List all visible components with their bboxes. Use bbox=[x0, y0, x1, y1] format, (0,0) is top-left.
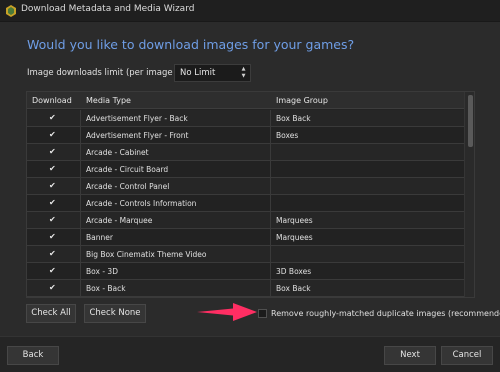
table-row[interactable]: ✔ Box - Back Box Back bbox=[27, 280, 464, 297]
media-type-text: Arcade - Circuit Board bbox=[86, 165, 169, 174]
table-row[interactable]: ✔ Advertisement Flyer - Front Boxes bbox=[27, 127, 464, 144]
limit-spinbox[interactable]: No Limit ▲ ▼ bbox=[174, 64, 251, 82]
remove-duplicates-label[interactable]: Remove roughly-matched duplicate images … bbox=[271, 309, 500, 318]
image-group-text: Boxes bbox=[276, 131, 299, 140]
table-row[interactable]: ✔ Arcade - Controls Information bbox=[27, 195, 464, 212]
download-checkbox[interactable]: ✔ bbox=[27, 229, 81, 245]
media-type-cell: Box - 3D bbox=[81, 263, 271, 279]
download-checkbox[interactable]: ✔ bbox=[27, 110, 81, 126]
image-group-cell[interactable] bbox=[271, 178, 464, 194]
table-row[interactable]: ✔ Advertisement Flyer - Back Box Back bbox=[27, 110, 464, 127]
download-checkbox[interactable]: ✔ bbox=[27, 178, 81, 194]
download-checkbox[interactable]: ✔ bbox=[27, 127, 81, 143]
table-row[interactable]: ✔ Arcade - Marquee Marquees bbox=[27, 212, 464, 229]
media-type-cell: Arcade - Marquee bbox=[81, 212, 271, 228]
page-heading: Would you like to download images for yo… bbox=[27, 37, 355, 52]
media-type-cell: Arcade - Control Panel bbox=[81, 178, 271, 194]
image-group-cell[interactable] bbox=[271, 161, 464, 177]
download-checkbox[interactable]: ✔ bbox=[27, 212, 81, 228]
checkmark-icon: ✔ bbox=[49, 215, 56, 224]
media-type-text: Arcade - Cabinet bbox=[86, 148, 149, 157]
image-group-text: Marquees bbox=[276, 233, 313, 242]
media-type-cell: Box - Back bbox=[81, 280, 271, 296]
media-type-cell: Big Box Cinematix Theme Video bbox=[81, 246, 271, 262]
media-type-cell: Arcade - Cabinet bbox=[81, 144, 271, 160]
window-title: Download Metadata and Media Wizard bbox=[21, 4, 195, 14]
media-type-text: Banner bbox=[86, 233, 113, 242]
app-icon bbox=[6, 5, 16, 17]
image-group-cell[interactable]: Marquees bbox=[271, 229, 464, 245]
table-row[interactable]: ✔ Banner Marquees bbox=[27, 229, 464, 246]
annotation-arrow-icon bbox=[197, 303, 257, 321]
table-row[interactable]: ✔ Box - 3D 3D Boxes bbox=[27, 263, 464, 280]
checkmark-icon: ✔ bbox=[49, 181, 56, 190]
image-group-cell[interactable]: Box Back bbox=[271, 280, 464, 296]
check-none-button[interactable]: Check None bbox=[84, 304, 146, 323]
media-type-cell: Advertisement Flyer - Back bbox=[81, 110, 271, 126]
column-header-media-type[interactable]: Media Type bbox=[86, 96, 131, 105]
media-type-cell: Advertisement Flyer - Front bbox=[81, 127, 271, 143]
media-type-text: Arcade - Marquee bbox=[86, 216, 153, 225]
media-type-cell: Arcade - Controls Information bbox=[81, 195, 271, 211]
image-group-cell[interactable]: Boxes bbox=[271, 127, 464, 143]
media-type-text: Box - 3D bbox=[86, 267, 118, 276]
grid-header: Download Media Type Image Group bbox=[27, 92, 464, 109]
media-type-text: Advertisement Flyer - Back bbox=[86, 114, 188, 123]
spin-up-icon[interactable]: ▲ bbox=[239, 66, 248, 73]
media-type-text: Arcade - Control Panel bbox=[86, 182, 170, 191]
download-checkbox[interactable]: ✔ bbox=[27, 280, 81, 296]
media-type-text: Box - Back bbox=[86, 284, 126, 293]
download-checkbox[interactable]: ✔ bbox=[27, 263, 81, 279]
column-header-download[interactable]: Download bbox=[32, 96, 72, 105]
table-row[interactable]: ✔ Arcade - Cabinet bbox=[27, 144, 464, 161]
download-checkbox[interactable]: ✔ bbox=[27, 144, 81, 160]
image-group-cell[interactable] bbox=[271, 144, 464, 160]
table-row[interactable]: ✔ Arcade - Circuit Board bbox=[27, 161, 464, 178]
media-type-text: Big Box Cinematix Theme Video bbox=[86, 250, 207, 259]
media-type-cell: Arcade - Circuit Board bbox=[81, 161, 271, 177]
column-header-image-group[interactable]: Image Group bbox=[276, 96, 328, 105]
download-checkbox[interactable]: ✔ bbox=[27, 246, 81, 262]
grid-scrollbar[interactable] bbox=[464, 92, 474, 297]
checkmark-icon: ✔ bbox=[49, 113, 56, 122]
checkmark-icon: ✔ bbox=[49, 232, 56, 241]
next-button[interactable]: Next bbox=[384, 346, 436, 365]
image-group-text: 3D Boxes bbox=[276, 267, 312, 276]
image-group-cell[interactable]: 3D Boxes bbox=[271, 263, 464, 279]
back-button[interactable]: Back bbox=[7, 346, 59, 365]
media-type-cell: Banner bbox=[81, 229, 271, 245]
remove-duplicates-checkbox[interactable] bbox=[258, 309, 267, 318]
checkmark-icon: ✔ bbox=[49, 266, 56, 275]
image-group-cell[interactable] bbox=[271, 246, 464, 262]
checkmark-icon: ✔ bbox=[49, 283, 56, 292]
image-group-cell[interactable] bbox=[271, 195, 464, 211]
table-row[interactable]: ✔ Arcade - Control Panel bbox=[27, 178, 464, 195]
image-group-cell[interactable]: Box Back bbox=[271, 110, 464, 126]
checkmark-icon: ✔ bbox=[49, 164, 56, 173]
media-type-grid: Download Media Type Image Group ✔ Adverti… bbox=[26, 91, 475, 298]
title-bar: Download Metadata and Media Wizard bbox=[0, 0, 500, 22]
limit-value: No Limit bbox=[180, 68, 216, 78]
image-group-text: Box Back bbox=[276, 284, 311, 293]
download-checkbox[interactable]: ✔ bbox=[27, 195, 81, 211]
checkmark-icon: ✔ bbox=[49, 198, 56, 207]
checkmark-icon: ✔ bbox=[49, 130, 56, 139]
spin-down-icon[interactable]: ▼ bbox=[239, 73, 248, 80]
download-checkbox[interactable]: ✔ bbox=[27, 161, 81, 177]
media-type-text: Arcade - Controls Information bbox=[86, 199, 197, 208]
image-group-text: Marquees bbox=[276, 216, 313, 225]
table-row[interactable]: ✔ Big Box Cinematix Theme Video bbox=[27, 246, 464, 263]
image-group-text: Box Back bbox=[276, 114, 311, 123]
grid-scrollbar-thumb[interactable] bbox=[468, 95, 473, 147]
cancel-button[interactable]: Cancel bbox=[441, 346, 493, 365]
checkmark-icon: ✔ bbox=[49, 147, 56, 156]
media-type-text: Advertisement Flyer - Front bbox=[86, 131, 189, 140]
image-group-cell[interactable]: Marquees bbox=[271, 212, 464, 228]
check-all-button[interactable]: Check All bbox=[26, 304, 76, 323]
checkmark-icon: ✔ bbox=[49, 249, 56, 258]
